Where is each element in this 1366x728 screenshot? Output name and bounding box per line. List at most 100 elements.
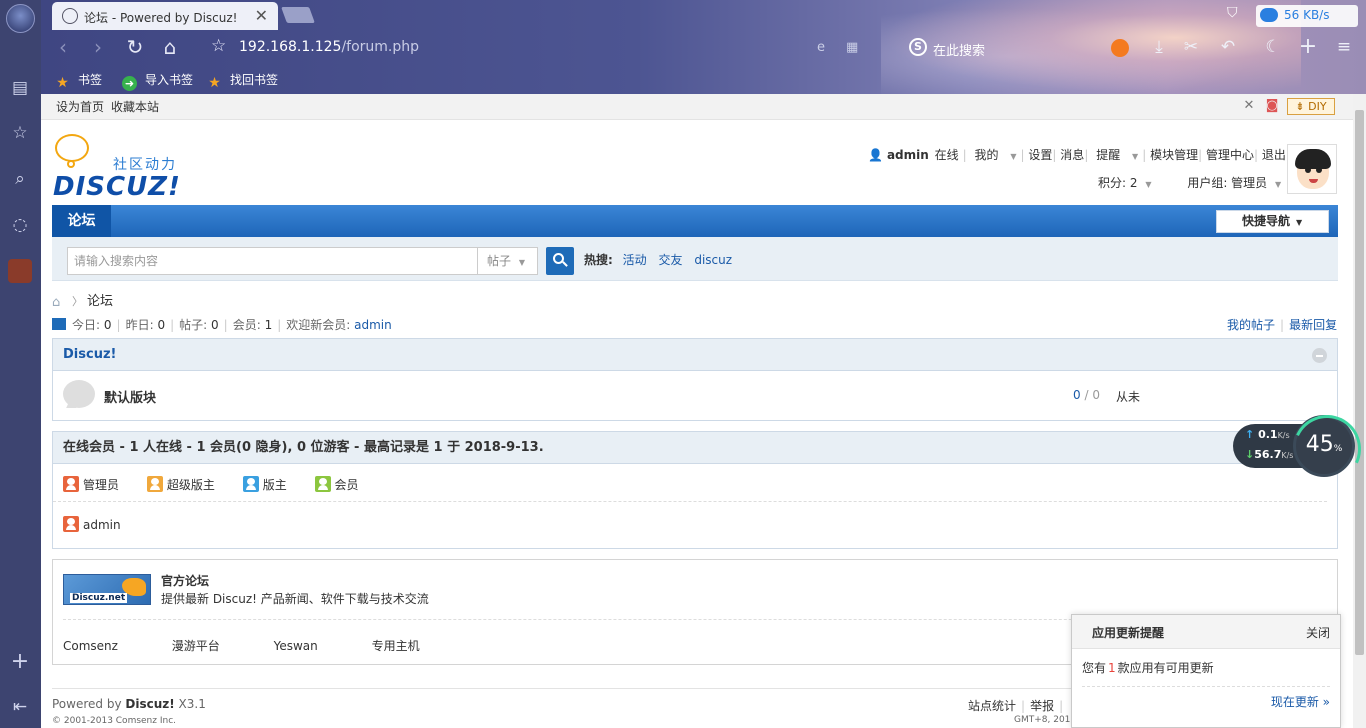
close-tab-icon[interactable]: ✕: [255, 6, 268, 25]
logo-slogan: 社区动力: [113, 157, 177, 173]
import-icon: ➜: [122, 76, 137, 91]
admin-center-link[interactable]: 管理中心: [1206, 148, 1254, 162]
collapse-sidebar-icon[interactable]: ⇤: [8, 695, 32, 719]
bookmark-item[interactable]: ★ 书签: [55, 71, 102, 91]
new-tab-plus-icon[interactable]: +: [1296, 35, 1320, 59]
scroll-thumb[interactable]: [1355, 110, 1364, 655]
legend-item: 超级版主: [146, 476, 215, 493]
quick-nav-button[interactable]: 快捷导航 ▼: [1216, 210, 1329, 233]
reload-button[interactable]: ↻: [123, 35, 147, 59]
hot-search-link[interactable]: 活动: [623, 253, 647, 267]
messages-link[interactable]: 消息: [1060, 148, 1084, 162]
logout-link[interactable]: 退出: [1262, 148, 1286, 162]
set-home-link[interactable]: 设为首页: [56, 98, 104, 115]
forum-search-input[interactable]: 请输入搜索内容: [67, 247, 478, 275]
partner-link[interactable]: Comsenz: [63, 639, 118, 653]
add-icon[interactable]: +: [8, 650, 32, 674]
network-monitor[interactable]: 56 KB/s: [1256, 5, 1358, 27]
page-scrollbar[interactable]: [1353, 94, 1366, 728]
ie-mode-icon[interactable]: e: [817, 40, 825, 55]
my-menu[interactable]: 我的 ▼: [971, 148, 1021, 162]
upload-speed: ↑ 0.1K/s: [1245, 428, 1290, 441]
search-type-select[interactable]: 帖子 ▼: [477, 247, 538, 275]
server-time: GMT+8, 2018: [1014, 715, 1077, 725]
online-user-link[interactable]: admin: [83, 518, 121, 532]
report-link[interactable]: 举报: [1030, 699, 1054, 713]
news-icon[interactable]: ▤: [8, 76, 32, 100]
tab-strip: 论坛 - Powered by Discuz! ✕ ⛉ 56 KB/s: [41, 0, 1366, 30]
official-forum-link[interactable]: 官方论坛: [161, 572, 209, 589]
wallet-icon[interactable]: ⛉: [1227, 5, 1243, 23]
fox-icon[interactable]: [1111, 39, 1129, 57]
nav-forum-tab[interactable]: 论坛: [52, 205, 111, 237]
online-title[interactable]: 在线会员 - 1 人在线 - 1 会员(0 隐身), 0 位游客 - 最高记录是…: [53, 432, 1337, 464]
memory-ring: 45%: [1293, 415, 1355, 477]
user-avatar[interactable]: [1287, 144, 1337, 194]
category-title[interactable]: Discuz!: [53, 339, 1337, 371]
fullscreen-icon[interactable]: ✕: [1242, 99, 1256, 113]
partner-link[interactable]: Yeswan: [274, 639, 318, 653]
site-stats-link[interactable]: 站点统计: [968, 699, 1016, 713]
category-box: Discuz! 默认版块 0 / 0 从未: [52, 338, 1338, 421]
star-icon: ★: [56, 75, 69, 91]
browser-user-avatar[interactable]: [6, 4, 35, 33]
search-button[interactable]: [546, 247, 574, 275]
home-button[interactable]: ⌂: [158, 35, 182, 59]
points-menu[interactable]: 积分: 2 ▼: [1098, 176, 1155, 190]
bookmarks-bar: ★ 书签 ➜ 导入书签 ★ 找回书签: [41, 64, 1366, 94]
bookmark-item[interactable]: ➜ 导入书签: [122, 71, 193, 91]
forward-button[interactable]: ›: [86, 35, 110, 59]
night-mode-icon[interactable]: ☾: [1261, 35, 1285, 59]
bookmark-star-icon[interactable]: ☆: [211, 36, 226, 56]
hot-search-link[interactable]: 交友: [658, 253, 682, 267]
partner-link[interactable]: 漫游平台: [172, 637, 220, 654]
update-now-link[interactable]: 现在更新 »: [1271, 693, 1330, 710]
scissors-icon[interactable]: ✂: [1179, 35, 1203, 59]
footer-links: 站点统计 | 举报 |: [968, 699, 1064, 713]
search-icon[interactable]: ⌕: [8, 167, 32, 191]
back-button[interactable]: ‹: [51, 35, 75, 59]
user-bar: 👤 admin 在线 | 我的 ▼ | 设置| 消息| 提醒 ▼ | 模块管理| 管理中…: [868, 148, 1286, 162]
favorites-star-icon[interactable]: ☆: [8, 121, 32, 145]
module-manage-link[interactable]: 模块管理: [1150, 148, 1198, 162]
partner-link[interactable]: 专用主机: [372, 637, 420, 654]
forum-name[interactable]: 默认版块: [104, 387, 156, 406]
settings-link[interactable]: 设置: [1028, 148, 1052, 162]
stat-yesterday: 0: [157, 318, 166, 332]
game-app-icon[interactable]: [8, 259, 32, 283]
home-icon[interactable]: ⌂: [52, 295, 68, 310]
browser-search-box[interactable]: S 在此搜索: [903, 33, 1133, 61]
favorite-link[interactable]: 收藏本站: [111, 98, 159, 115]
address-bar[interactable]: ☆ 192.168.1.125/forum.php e ▦: [201, 33, 858, 61]
latest-replies-link[interactable]: 最新回复: [1289, 318, 1337, 332]
browser-sidebar: ▤ ☆ ⌕ ◌ + ⇤: [0, 0, 41, 728]
hot-search-link[interactable]: discuz: [694, 253, 732, 267]
browser-tab-active[interactable]: 论坛 - Powered by Discuz! ✕: [52, 2, 278, 30]
newest-member-link[interactable]: admin: [354, 318, 392, 332]
discuz-net-logo[interactable]: Discuz.net: [63, 574, 151, 605]
site-logo[interactable]: 社区动力 DISCUZ!: [53, 132, 203, 202]
hot-searches: 热搜: 活动 交友 discuz: [584, 251, 740, 268]
notice-divider: [1082, 686, 1330, 687]
forum-row: 默认版块 0 / 0 从未: [53, 371, 1337, 419]
reminders-menu[interactable]: 提醒 ▼: [1092, 148, 1142, 162]
usergroup-menu[interactable]: 用户组: 管理员 ▼: [1187, 176, 1285, 190]
collapse-icon[interactable]: [1312, 348, 1327, 363]
bookmark-item[interactable]: ★ 找回书签: [207, 71, 278, 91]
my-posts-link[interactable]: 我的帖子: [1227, 318, 1275, 332]
notice-close-button[interactable]: 关闭: [1306, 624, 1330, 641]
undo-icon[interactable]: ↶: [1216, 35, 1240, 59]
username-link[interactable]: admin: [887, 148, 929, 162]
color-theme-icon[interactable]: ◙: [1265, 99, 1279, 113]
search-engine-icon[interactable]: S: [909, 38, 927, 56]
speed-ball-widget[interactable]: ↑ 0.1K/s ↓56.7K/s 45%: [1233, 415, 1355, 477]
grid-icon[interactable]: ▦: [846, 40, 858, 55]
new-tab-button[interactable]: [281, 7, 315, 23]
download-icon[interactable]: ⤓: [1147, 35, 1171, 59]
breadcrumb-forum[interactable]: 论坛: [87, 294, 113, 309]
menu-icon[interactable]: ≡: [1332, 35, 1356, 59]
url-text[interactable]: 192.168.1.125/forum.php: [239, 39, 419, 55]
chat-icon[interactable]: ◌: [8, 213, 32, 237]
powered-by: Powered by Discuz! X3.1: [52, 697, 206, 711]
diy-button[interactable]: ⇟ DIY: [1287, 98, 1335, 115]
